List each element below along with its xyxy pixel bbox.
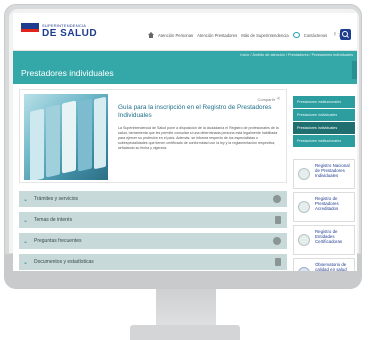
side-tab[interactable]	[352, 61, 357, 79]
folder-shape	[94, 96, 106, 170]
article-title[interactable]: Guía para la inscripción en el Registro …	[118, 104, 280, 120]
chevron-down-icon: ⌄	[23, 238, 29, 245]
accordion-documentos[interactable]: ⌄ Documentos y estadísticas	[19, 254, 287, 270]
file-icon	[275, 258, 281, 266]
register-title: Registro Nacional de Prestadores Individ…	[315, 163, 350, 178]
chevron-down-icon: ⌄	[23, 259, 29, 266]
monitor-base	[130, 325, 240, 340]
folder-shape	[30, 108, 44, 180]
contact-link[interactable]: Contáctenos	[304, 33, 328, 38]
share-label: Compartir	[257, 96, 276, 102]
chevron-down-icon: ⌄	[23, 217, 29, 224]
breadcrumb[interactable]: Inicio / Ámbito de atención / Prestadore…	[240, 53, 353, 57]
info-icon	[298, 267, 310, 271]
page-banner: Inicio / Ámbito de atención / Prestadore…	[13, 51, 357, 84]
accordion-label: Temas de interés	[34, 217, 73, 223]
chat-icon[interactable]	[292, 32, 300, 38]
register-title: Registro de Entidades Certificadoras	[315, 229, 343, 244]
register-card[interactable]: Registro de Prestadores Acreditados	[293, 192, 355, 222]
top-nav: Atención Personas Atención Prestadores M…	[148, 32, 348, 38]
accordion: ⌄ Trámites y servicios ⌄ Temas de interé…	[19, 191, 287, 271]
search-button[interactable]	[340, 29, 351, 40]
monitor-stand	[156, 289, 216, 325]
sidenav-item[interactable]: Prestadores institucionales	[293, 135, 355, 147]
side-nav: Prestadores institucionales Prestadores …	[293, 96, 355, 148]
accordion-temas[interactable]: ⌄ Temas de interés	[19, 212, 287, 228]
register-title: Registro de Prestadores Acreditados	[315, 196, 339, 211]
browser-screen: SUPERINTENDENCIA DE SALUD Atención Perso…	[13, 13, 357, 271]
question-icon	[273, 237, 281, 245]
accordion-preguntas[interactable]: ⌄ Preguntas frecuentes	[19, 233, 287, 249]
flag-icon	[21, 23, 39, 32]
gear-icon	[273, 195, 281, 203]
home-icon[interactable]	[148, 32, 154, 38]
sidenav-item[interactable]: Prestadores individuales	[293, 109, 355, 121]
logo-title: DE SALUD	[42, 28, 98, 39]
facebook-icon[interactable]: f	[334, 32, 335, 38]
share-button[interactable]: Compartir <	[258, 96, 280, 102]
certificate-icon	[298, 234, 310, 246]
featured-article: Compartir < Guía para la inscripción en …	[19, 89, 287, 183]
accordion-label: Preguntas frecuentes	[34, 238, 82, 244]
folder-shape	[62, 100, 76, 174]
register-card[interactable]: Registro de Entidades Certificadoras	[293, 225, 355, 255]
doctor-icon	[298, 168, 310, 180]
sidenav-item-active[interactable]: Prestadores individuales	[293, 122, 355, 134]
register-card[interactable]: Observatorio de calidad en salud	[293, 258, 355, 271]
share-icon: <	[277, 96, 280, 102]
register-card[interactable]: Registro Nacional de Prestadores Individ…	[293, 159, 355, 189]
nav-link-superintendencia[interactable]: Más de Superintendencia	[241, 33, 289, 38]
nav-link-personas[interactable]: Atención Personas	[158, 33, 193, 38]
site-header: SUPERINTENDENCIA DE SALUD Atención Perso…	[13, 13, 357, 51]
folder-shape	[78, 98, 92, 172]
nav-link-prestadores[interactable]: Atención Prestadores	[197, 33, 237, 38]
accordion-label: Documentos y estadísticas	[34, 259, 94, 265]
clipboard-icon	[298, 201, 310, 213]
site-logo[interactable]: SUPERINTENDENCIA DE SALUD	[21, 23, 101, 45]
page-title: Prestadores individuales	[21, 68, 114, 78]
register-links: Registro Nacional de Prestadores Individ…	[293, 159, 355, 271]
folder-shape	[46, 104, 60, 178]
sidenav-item[interactable]: Prestadores institucionales	[293, 96, 355, 108]
accordion-label: Trámites y servicios	[34, 196, 78, 202]
chevron-down-icon: ⌄	[23, 196, 29, 203]
register-title: Observatorio de calidad en salud	[315, 262, 347, 271]
article-text: La Superintendencia de Salud pone a disp…	[118, 126, 279, 150]
accordion-tramites[interactable]: ⌄ Trámites y servicios	[19, 191, 287, 207]
document-icon	[275, 216, 281, 224]
folders-image	[24, 94, 108, 180]
